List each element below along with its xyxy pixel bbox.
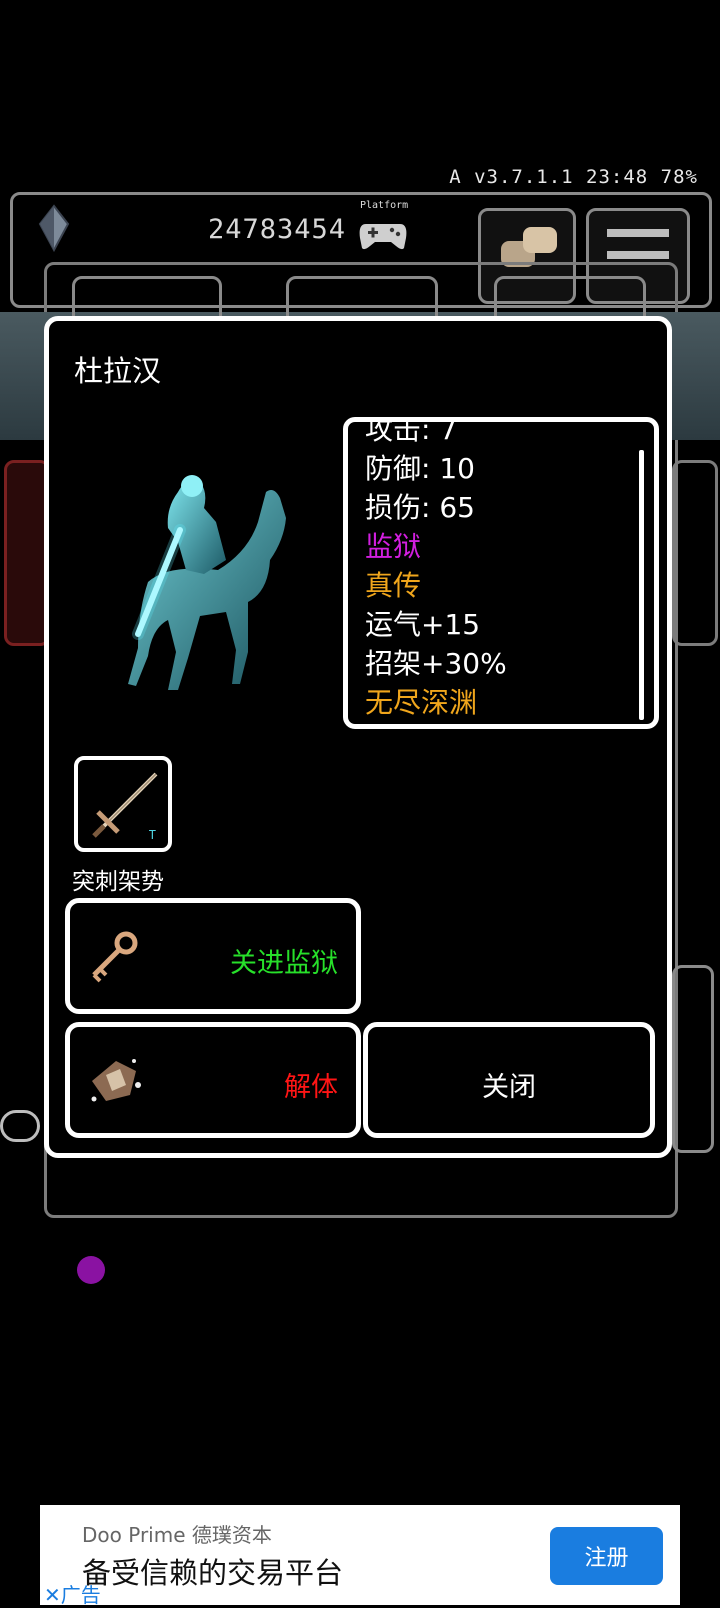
ad-register-button[interactable]: 注册	[550, 1527, 663, 1585]
platform-label: Platform	[360, 200, 409, 211]
stats-panel[interactable]: 攻击: 7 防御: 10 损伤: 65 监狱真传运气+15 招架+30% 无尽深渊	[343, 417, 659, 729]
bg-toggle[interactable]	[0, 1110, 40, 1142]
stat-line: 无尽深渊	[365, 686, 478, 719]
disband-button-label: 解体	[284, 1072, 338, 1103]
gamepad-icon[interactable]	[358, 218, 408, 252]
status-bar: A v3.7.1.1 23:48 78%	[449, 166, 698, 188]
disband-button[interactable]: 解体	[65, 1022, 361, 1138]
stats-list: 攻击: 7 防御: 10 损伤: 65 监狱真传运气+15 招架+30% 无尽深渊	[365, 417, 507, 722]
jail-button-label: 关进监狱	[230, 948, 338, 979]
bg-side-card-right[interactable]	[672, 460, 718, 646]
bg-side-slot-right[interactable]	[672, 965, 714, 1153]
stat-line: 真传	[365, 569, 422, 602]
stat-line: 监狱	[365, 530, 422, 563]
gem-icon	[38, 204, 70, 252]
stat-line: 攻击: 7	[365, 417, 458, 446]
close-button[interactable]: 关闭	[363, 1022, 655, 1138]
skill-name: 突刺架势	[72, 869, 164, 895]
ad-brand: Doo Prime 德璞资本	[82, 1523, 272, 1547]
ad-close-button[interactable]: ✕广告	[44, 1579, 101, 1608]
stats-scrollbar[interactable]	[639, 450, 644, 720]
jail-button[interactable]: 关进监狱	[65, 898, 361, 1014]
skill-tier-badge: T	[148, 828, 156, 842]
key-icon	[92, 931, 138, 983]
ad-slogan: 备受信赖的交易平台	[82, 1556, 344, 1590]
stat-line: 招架+30%	[365, 647, 507, 680]
broken-shard-icon	[91, 1059, 141, 1102]
hero-name: 杜拉汉	[74, 354, 162, 388]
stat-line: 防御: 10	[365, 452, 475, 485]
notification-dot	[77, 1256, 105, 1284]
stat-line: 运气+15	[365, 608, 481, 641]
close-button-label: 关闭	[482, 1072, 536, 1103]
currency-value: 24783454	[208, 214, 347, 245]
ad-label: 广告	[60, 1583, 101, 1607]
stat-line: 损伤: 65	[365, 491, 475, 524]
close-x-icon: ✕	[44, 1583, 61, 1607]
hero-portrait	[128, 475, 286, 690]
skill-slot[interactable]: T	[74, 756, 172, 852]
